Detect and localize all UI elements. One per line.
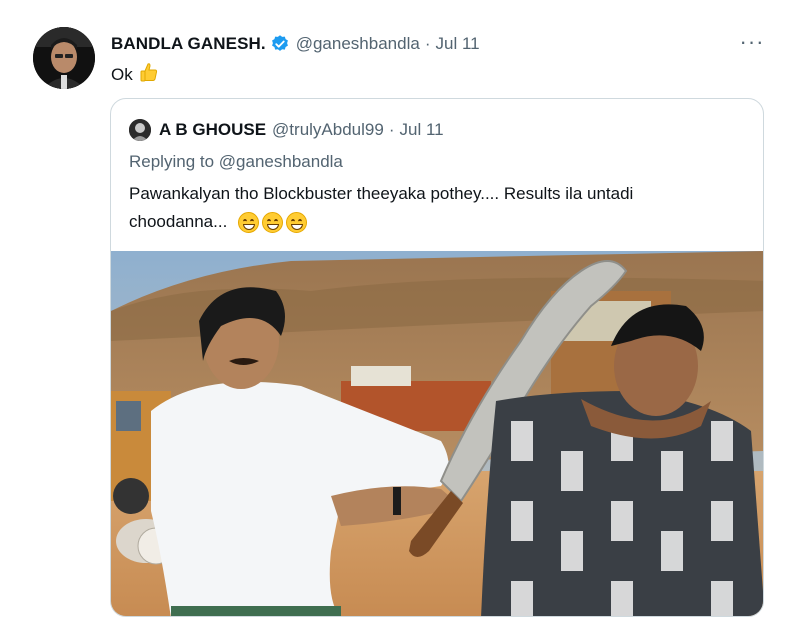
quoted-author-name[interactable]: A B GHOUSE (159, 120, 266, 140)
quoted-author-avatar[interactable] (129, 119, 151, 141)
grinning-squinting-face-emoji (286, 212, 308, 234)
tweet-date[interactable]: Jul 11 (435, 34, 479, 54)
quoted-header: A B GHOUSE @trulyAbdul99 · Jul 11 (129, 119, 444, 141)
verified-badge-icon (270, 34, 290, 54)
emoji-group (238, 212, 308, 234)
tweet-text: Ok (111, 62, 159, 88)
replying-to: Replying to @ganeshbandla (129, 152, 343, 172)
author-avatar[interactable] (33, 27, 95, 89)
replying-mention[interactable]: @ganeshbandla (219, 152, 343, 171)
quoted-separator: · (388, 120, 395, 139)
quoted-photo[interactable] (111, 251, 763, 616)
grinning-squinting-face-emoji (238, 212, 260, 234)
author-handle[interactable]: @ganeshbandla (296, 34, 420, 54)
quoted-text: Pawankalyan tho Blockbuster theeyaka pot… (129, 180, 729, 236)
author-name[interactable]: BANDLA GANESH. (111, 34, 266, 54)
quoted-tweet[interactable]: A B GHOUSE @trulyAbdul99 · Jul 11 Replyi… (110, 98, 764, 617)
quoted-date[interactable]: Jul 11 (399, 120, 443, 140)
tweet-text-content: Ok (111, 65, 133, 84)
replying-prefix: Replying to (129, 152, 215, 171)
more-options-icon[interactable]: ··· (738, 31, 766, 53)
quoted-text-content: Pawankalyan tho Blockbuster theeyaka pot… (129, 184, 634, 231)
thumbs-up-emoji (139, 62, 159, 88)
tweet-header: BANDLA GANESH. @ganeshbandla · Jul 11 (111, 32, 480, 56)
header-separator: · (424, 34, 431, 53)
quoted-author-handle[interactable]: @trulyAbdul99 (272, 120, 384, 140)
grinning-squinting-face-emoji (262, 212, 284, 234)
tweet[interactable]: BANDLA GANESH. @ganeshbandla · Jul 11 ··… (0, 0, 800, 625)
